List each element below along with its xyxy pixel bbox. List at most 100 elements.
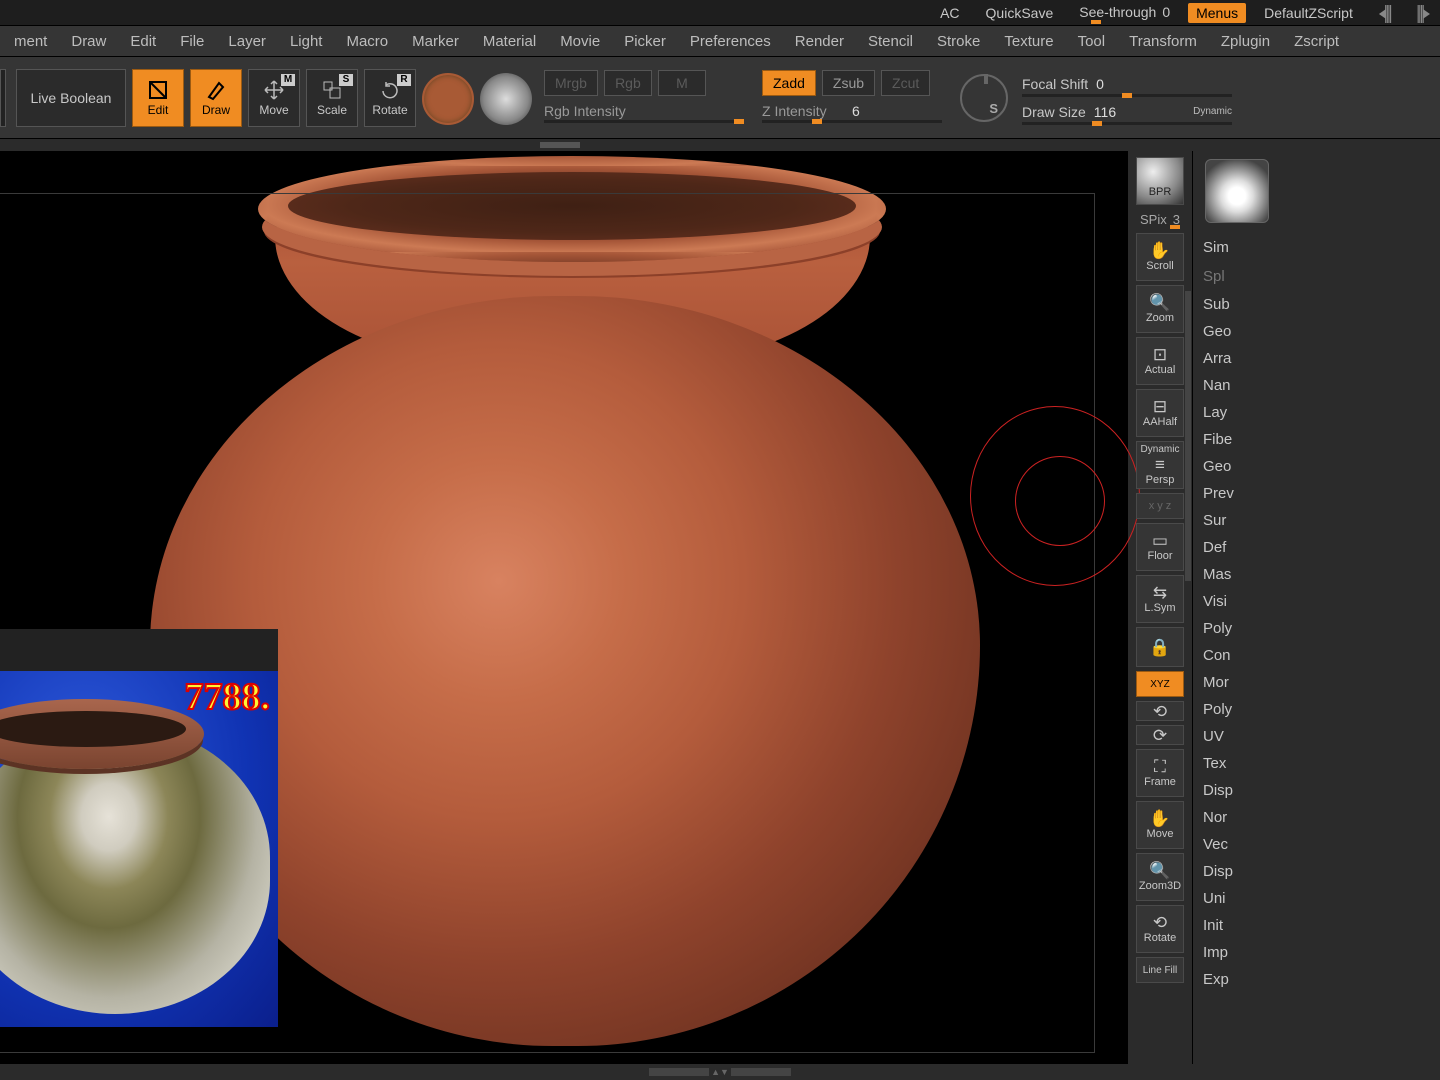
menu-edit[interactable]: Edit [118,27,168,56]
rotate-y-button[interactable]: ⟲ [1136,701,1184,721]
panel-item[interactable]: Disp [1193,777,1440,804]
draw-size-dial[interactable]: S [960,74,1008,122]
menu-zplugin[interactable]: Zplugin [1209,27,1282,56]
menu-light[interactable]: Light [278,27,335,56]
zoom-button[interactable]: 🔍Zoom [1136,285,1184,333]
panel-item[interactable]: Arra [1193,345,1440,372]
xyz-button[interactable]: XYZ [1136,671,1184,697]
panel-item[interactable]: Visi [1193,588,1440,615]
line-fill-button[interactable]: Line Fill [1136,957,1184,983]
bottom-strip[interactable]: ▲▼ [0,1064,1440,1080]
right-tray-arrow-icon[interactable]: ||||▸ [1408,2,1436,23]
brush-picker[interactable] [422,73,474,125]
left-tray-arrow-icon[interactable]: ◂|||| [1371,2,1399,23]
menu-material[interactable]: Material [471,27,548,56]
lock-button[interactable]: 🔒 [1136,627,1184,667]
draw-button[interactable]: Draw [190,69,242,127]
menu-texture[interactable]: Texture [992,27,1065,56]
gizmo-placeholder[interactable] [0,69,6,127]
zoom3d-button[interactable]: 🔍Zoom3D [1136,853,1184,901]
zcut-button[interactable]: Zcut [881,70,930,96]
live-boolean-button[interactable]: Live Boolean [16,69,126,127]
scale-button[interactable]: S Scale [306,69,358,127]
panel-item[interactable]: Sur [1193,507,1440,534]
menu-marker[interactable]: Marker [400,27,471,56]
panel-item[interactable]: Mor [1193,669,1440,696]
xyz-axes-button[interactable]: x y z [1136,493,1184,519]
tool-thumbnail[interactable] [1205,159,1269,223]
rotate-button[interactable]: R Rotate [364,69,416,127]
panel-item[interactable]: Mas [1193,561,1440,588]
panel-header-2[interactable]: Spl [1193,262,1440,291]
panel-item[interactable]: Nan [1193,372,1440,399]
panel-item[interactable]: Tex [1193,750,1440,777]
zadd-button[interactable]: Zadd [762,70,816,96]
move-3d-button[interactable]: ✋Move [1136,801,1184,849]
menu-file[interactable]: File [168,27,216,56]
m-button[interactable]: M [658,70,706,96]
draw-size-slider[interactable]: Draw Size 116 Dynamic [1022,99,1232,125]
menu-tool[interactable]: Tool [1066,27,1118,56]
default-zscript-button[interactable]: DefaultZScript [1256,3,1361,23]
menus-button[interactable]: Menus [1188,3,1246,23]
panel-item[interactable]: Disp [1193,858,1440,885]
panel-item[interactable]: Geo [1193,318,1440,345]
panel-item[interactable]: Def [1193,534,1440,561]
panel-item[interactable]: Poly [1193,615,1440,642]
rotate-3d-button[interactable]: ⟲Rotate [1136,905,1184,953]
reference-image[interactable]: 7788. [0,629,278,1027]
menu-picker[interactable]: Picker [612,27,678,56]
menu-stroke[interactable]: Stroke [925,27,992,56]
rgb-intensity-slider[interactable]: Rgb Intensity [544,103,744,123]
dynamic-toggle[interactable]: Dynamic [1193,106,1232,117]
quicksave-button[interactable]: QuickSave [978,3,1062,23]
panel-item[interactable]: Uni [1193,885,1440,912]
panel-item[interactable]: UV [1193,723,1440,750]
persp-button[interactable]: Dynamic≡Persp [1136,441,1184,489]
panel-item[interactable]: Sub [1193,291,1440,318]
panel-item[interactable]: Poly [1193,696,1440,723]
menu-layer[interactable]: Layer [216,27,278,56]
panel-header-1[interactable]: Sim [1193,233,1440,262]
stroke-picker[interactable] [480,73,532,125]
zsub-button[interactable]: Zsub [822,70,875,96]
edit-button[interactable]: Edit [132,69,184,127]
panel-item[interactable]: Con [1193,642,1440,669]
menu-transform[interactable]: Transform [1117,27,1209,56]
menu-macro[interactable]: Macro [334,27,400,56]
menu-preferences[interactable]: Preferences [678,27,783,56]
floor-button[interactable]: ▭Floor [1136,523,1184,571]
menu-render[interactable]: Render [783,27,856,56]
menu-zscript[interactable]: Zscript [1282,27,1351,56]
move-button[interactable]: M Move [248,69,300,127]
viewport[interactable]: 7788. [0,151,1128,1064]
panel-item[interactable]: Prev [1193,480,1440,507]
menu-stencil[interactable]: Stencil [856,27,925,56]
z-intensity-slider[interactable]: Z Intensity 6 [762,103,942,123]
panel-item[interactable]: Exp [1193,966,1440,993]
focal-shift-slider[interactable]: Focal Shift 0 [1022,71,1232,97]
frame-button[interactable]: ⛶Frame [1136,749,1184,797]
rotate-z-button[interactable]: ⟳ [1136,725,1184,745]
see-through-slider[interactable]: See-through 0 [1071,2,1178,24]
menu-ment[interactable]: ment [2,27,59,56]
spix-slider[interactable]: SPix 3 [1136,209,1184,229]
panel-item[interactable]: Fibe [1193,426,1440,453]
mrgb-button[interactable]: Mrgb [544,70,598,96]
scroll-button[interactable]: ✋Scroll [1136,233,1184,281]
panel-item[interactable]: Nor [1193,804,1440,831]
timeline-strip[interactable] [0,139,1440,151]
bpr-button[interactable]: BPR [1136,157,1184,205]
rgb-button[interactable]: Rgb [604,70,652,96]
panel-scrollbar[interactable] [1185,291,1191,581]
menu-draw[interactable]: Draw [59,27,118,56]
actual-button[interactable]: ⊡Actual [1136,337,1184,385]
panel-item[interactable]: Geo [1193,453,1440,480]
menu-movie[interactable]: Movie [548,27,612,56]
aahalf-button[interactable]: ⊟AAHalf [1136,389,1184,437]
panel-item[interactable]: Lay [1193,399,1440,426]
panel-item[interactable]: Imp [1193,939,1440,966]
panel-item[interactable]: Init [1193,912,1440,939]
panel-item[interactable]: Vec [1193,831,1440,858]
lsym-button[interactable]: ⇆L.Sym [1136,575,1184,623]
